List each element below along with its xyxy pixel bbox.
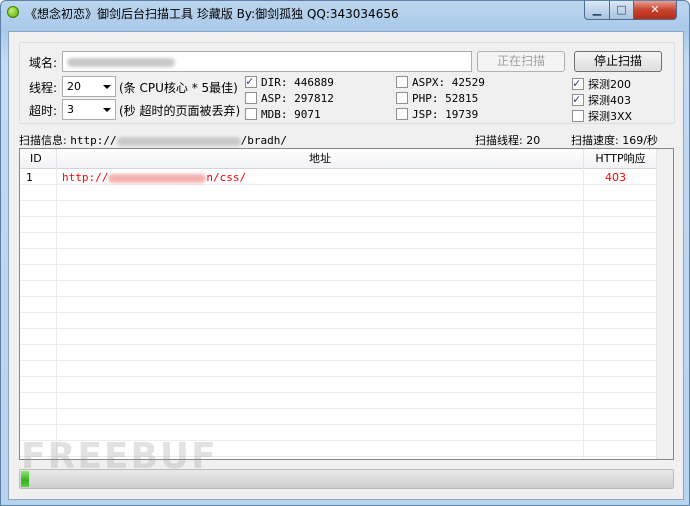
dict-php-checkbox[interactable]: PHP: 52815 bbox=[396, 92, 478, 105]
filter-200-checkbox[interactable]: 探测200 bbox=[572, 76, 631, 92]
scan-progress-bar bbox=[19, 469, 674, 489]
filter-403-label: 探测403 bbox=[588, 94, 631, 107]
dict-asp-label: ASP: 297812 bbox=[261, 92, 334, 105]
title-bar[interactable]: 《想念初恋》御剑后台扫描工具 珍藏版 By:御剑孤独 QQ:343034656 … bbox=[1, 1, 689, 25]
checkbox-box bbox=[572, 92, 584, 106]
row-http-status: 403 bbox=[605, 171, 626, 184]
timeout-value: 3 bbox=[67, 103, 74, 116]
column-divider bbox=[583, 169, 584, 459]
dict-dir-label: DIR: 446889 bbox=[261, 76, 334, 89]
chevron-down-icon bbox=[103, 108, 111, 112]
maximize-icon[interactable]: □ bbox=[609, 1, 634, 20]
checkbox-box bbox=[245, 108, 257, 120]
column-address[interactable]: 地址 bbox=[57, 149, 584, 169]
redacted-url bbox=[108, 173, 207, 183]
scan-info-url-prefix: http:// bbox=[70, 134, 117, 147]
chevron-down-icon bbox=[103, 85, 111, 89]
dict-jsp-checkbox[interactable]: JSP: 19739 bbox=[396, 108, 478, 121]
dict-asp-checkbox[interactable]: ASP: 297812 bbox=[245, 92, 334, 105]
redacted-url bbox=[116, 136, 241, 146]
timeout-hint: (秒 超时的页面被丢弃) bbox=[119, 104, 241, 118]
list-header: ID 地址 HTTP响应 bbox=[20, 149, 673, 169]
filter-403-checkbox[interactable]: 探测403 bbox=[572, 92, 631, 108]
checkbox-box bbox=[396, 108, 408, 120]
list-grid bbox=[20, 169, 673, 459]
dict-mdb-label: MDB: 9071 bbox=[261, 108, 321, 121]
progress-track bbox=[20, 470, 673, 488]
scan-threads: 扫描线程: 20 bbox=[475, 134, 541, 147]
row-url: http:// n/css/ bbox=[62, 170, 246, 186]
checkbox-box bbox=[245, 92, 257, 104]
threads-value: 20 bbox=[67, 80, 81, 93]
scanning-button[interactable]: 正在扫描 bbox=[477, 51, 565, 72]
row-url-suffix: n/css/ bbox=[206, 171, 247, 184]
row-url-prefix: http:// bbox=[62, 171, 109, 184]
app-icon bbox=[7, 6, 19, 18]
timeout-select[interactable]: 3 bbox=[62, 99, 116, 120]
dict-php-label: PHP: 52815 bbox=[412, 92, 479, 105]
window-title: 《想念初恋》御剑后台扫描工具 珍藏版 By:御剑孤独 QQ:343034656 bbox=[25, 7, 399, 21]
dict-aspx-label: ASPX: 42529 bbox=[412, 76, 485, 89]
scan-info: 扫描信息: http:// /bradh/ bbox=[19, 132, 287, 148]
domain-input[interactable] bbox=[62, 51, 472, 72]
scan-info-label: 扫描信息: bbox=[19, 134, 67, 147]
scan-speed: 扫描速度: 169/秒 bbox=[571, 134, 658, 147]
dict-mdb-checkbox[interactable]: MDB: 9071 bbox=[245, 108, 321, 121]
column-id[interactable]: ID bbox=[20, 149, 57, 169]
row-id: 1 bbox=[26, 171, 33, 184]
checkbox-box bbox=[396, 92, 408, 104]
dict-jsp-label: JSP: 19739 bbox=[412, 108, 479, 121]
close-icon[interactable]: ✕ bbox=[633, 1, 677, 20]
redacted-domain bbox=[67, 57, 175, 67]
minimize-icon[interactable]: ▁ bbox=[584, 1, 610, 20]
threads-label: 线程: bbox=[29, 81, 58, 95]
domain-label: 域名: bbox=[29, 56, 58, 70]
threads-hint: (条 CPU核心 * 5最佳) bbox=[119, 81, 238, 95]
results-list[interactable]: ID 地址 HTTP响应 1 http:// n/css/ 403 bbox=[19, 148, 674, 460]
filter-3xx-checkbox[interactable]: 探测3XX bbox=[572, 108, 632, 124]
app-window: 《想念初恋》御剑后台扫描工具 珍藏版 By:御剑孤独 QQ:343034656 … bbox=[0, 0, 690, 506]
table-row[interactable]: 1 http:// n/css/ 403 bbox=[20, 170, 673, 186]
filter-200-label: 探测200 bbox=[588, 78, 631, 91]
scan-info-url-suffix: /bradh/ bbox=[240, 134, 287, 147]
dict-aspx-checkbox[interactable]: ASPX: 42529 bbox=[396, 76, 485, 89]
checkbox-box bbox=[245, 74, 257, 88]
timeout-label: 超时: bbox=[29, 104, 58, 118]
checkbox-box bbox=[396, 76, 408, 88]
stop-scan-button[interactable]: 停止扫描 bbox=[574, 51, 662, 72]
vertical-scrollbar[interactable] bbox=[656, 149, 673, 459]
column-divider bbox=[56, 169, 57, 459]
checkbox-box bbox=[572, 76, 584, 90]
checkbox-box bbox=[572, 110, 584, 122]
column-http-status[interactable]: HTTP响应 bbox=[584, 149, 658, 169]
client-area: 域名: 正在扫描 停止扫描 线程: 20 (条 CPU核心 * 5最佳) 超时:… bbox=[8, 31, 684, 500]
dict-dir-checkbox[interactable]: DIR: 446889 bbox=[245, 74, 334, 89]
threads-select[interactable]: 20 bbox=[62, 76, 116, 97]
progress-fill bbox=[21, 471, 29, 487]
filter-3xx-label: 探测3XX bbox=[588, 110, 633, 123]
